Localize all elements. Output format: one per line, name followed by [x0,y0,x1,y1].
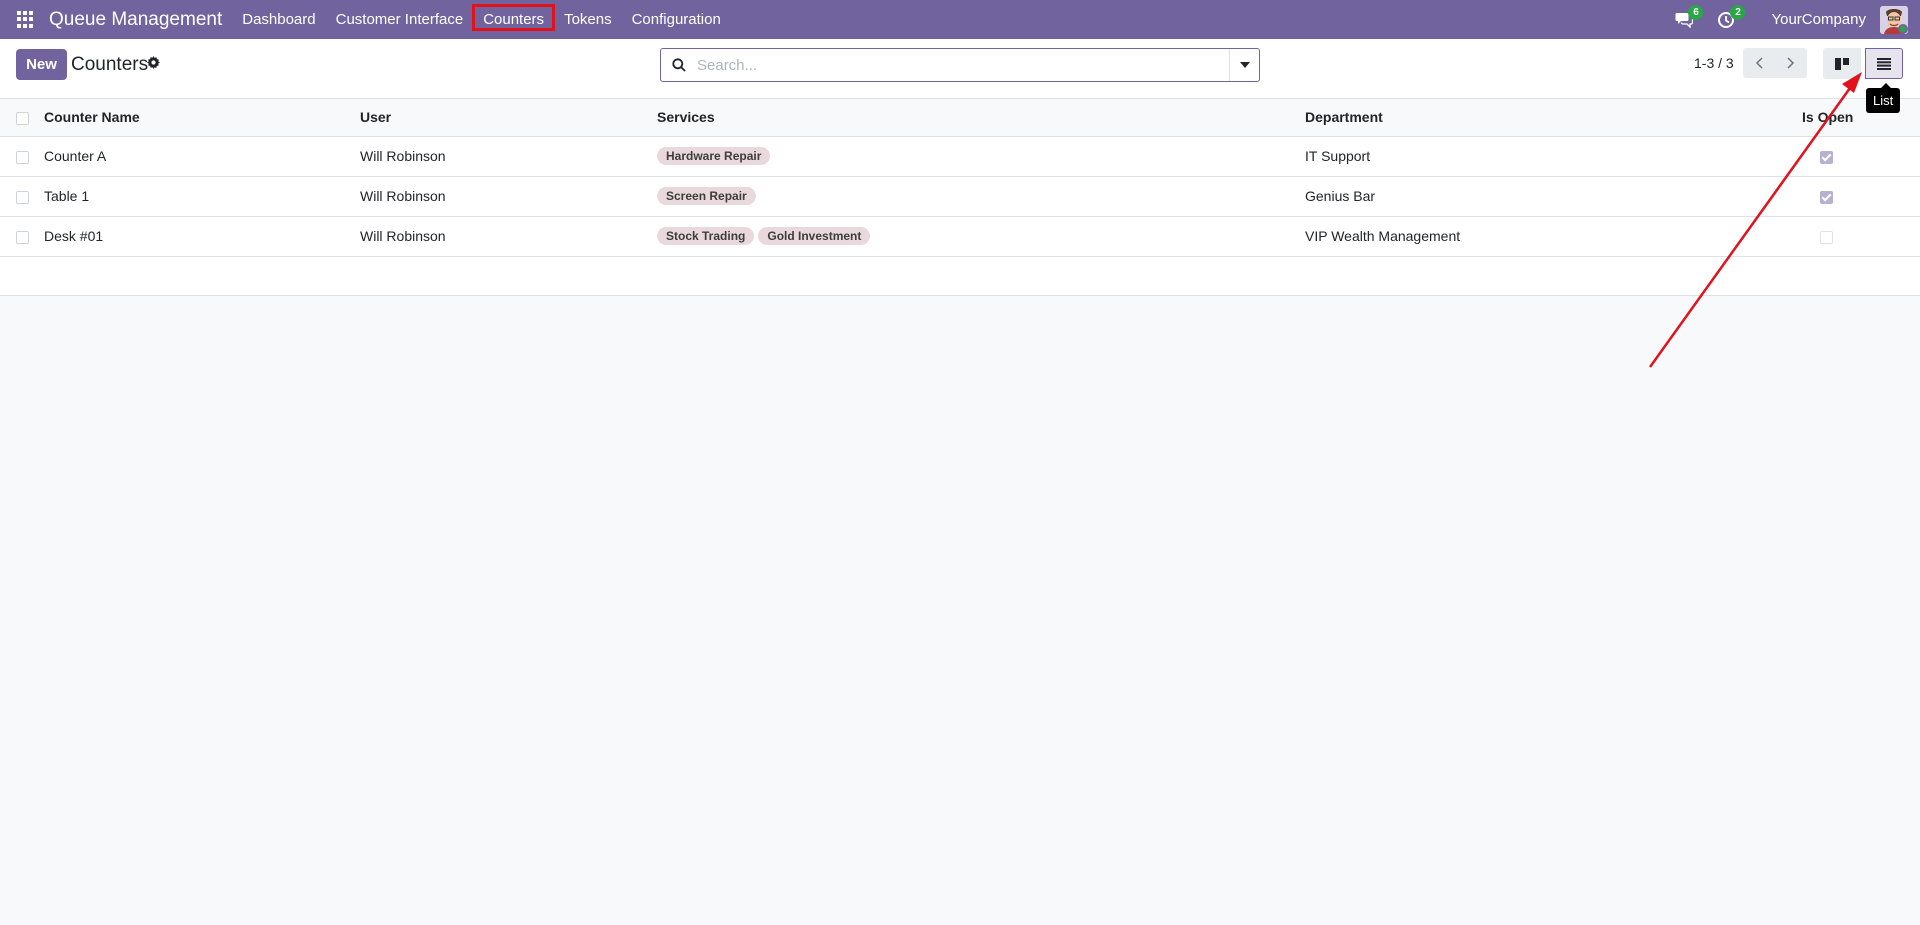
caret-down-icon [1239,62,1250,68]
messages-badge: 6 [1688,4,1704,20]
service-tag: Screen Repair [657,187,756,205]
user-avatar[interactable] [1880,5,1908,34]
row-select-cell [0,176,44,217]
cell-counter-name[interactable]: Table 1 [44,176,360,217]
search-options-toggle[interactable] [1229,49,1259,81]
pager-value[interactable]: 1-3 / 3 [1694,55,1734,71]
cell-services[interactable]: Stock Trading Gold Investment [657,216,1305,257]
row-checkbox[interactable] [16,190,29,204]
column-header-services[interactable]: Services [657,99,1305,137]
menu-item-tokens[interactable]: Tokens [554,0,622,39]
select-all-checkbox[interactable] [16,112,29,126]
cell-is-open [1802,176,1920,217]
column-header-is-open[interactable]: Is Open [1802,99,1920,137]
control-panel: New Counters 1-3 / 3 [0,39,1920,99]
table-header-row: Counter Name User Services Department Is… [0,99,1920,137]
row-checkbox[interactable] [16,230,29,244]
service-tag: Hardware Repair [657,147,771,165]
kanban-icon [1835,57,1849,70]
table-row[interactable]: Table 1 Will Robinson Screen Repair Geni… [0,176,1920,217]
chevron-left-icon [1755,57,1763,69]
cell-is-open [1802,136,1920,177]
pager-previous-button[interactable] [1743,48,1775,78]
kanban-view-button[interactable] [1823,48,1861,79]
menu-item-configuration[interactable]: Configuration [622,0,731,39]
row-checkbox[interactable] [16,150,29,164]
select-all-cell [0,99,44,137]
cell-counter-name[interactable]: Desk #01 [44,216,360,257]
cell-services[interactable]: Screen Repair [657,176,1305,217]
online-status-dot [1898,23,1908,34]
column-header-department[interactable]: Department [1305,99,1802,137]
cell-is-open [1802,216,1920,257]
cell-user[interactable]: Will Robinson [360,136,657,177]
service-tag: Stock Trading [657,227,755,245]
cell-department[interactable]: VIP Wealth Management [1305,216,1802,257]
row-select-cell [0,136,44,177]
cell-services[interactable]: Hardware Repair [657,136,1305,177]
company-switcher[interactable]: YourCompany [1771,11,1866,28]
row-select-cell [0,216,44,257]
empty-table-row [0,256,1920,296]
list-view-button[interactable] [1865,48,1903,79]
page-title: Counters [71,54,149,75]
cell-department[interactable]: Genius Bar [1305,176,1802,217]
is-open-checkbox [1820,150,1833,164]
column-header-user[interactable]: User [360,99,657,137]
is-open-checkbox [1820,190,1833,204]
new-button[interactable]: New [16,49,67,80]
pager-next-button[interactable] [1775,48,1807,78]
cell-counter-name[interactable]: Counter A [44,136,360,177]
cell-user[interactable]: Will Robinson [360,176,657,217]
table-row[interactable]: Counter A Will Robinson Hardware Repair … [0,136,1920,177]
is-open-checkbox [1820,230,1833,244]
cell-user[interactable]: Will Robinson [360,216,657,257]
navbar-systray: 6 2 YourCompany [1675,0,1920,39]
search-input[interactable] [697,50,1229,80]
list-icon [1877,57,1891,70]
counters-table: Counter Name User Services Department Is… [0,99,1920,296]
app-brand[interactable]: Queue Management [49,9,222,31]
apps-menu-icon[interactable] [17,10,35,29]
counters-list: Counter Name User Services Department Is… [0,99,1920,296]
search-bar [660,48,1260,82]
cell-department[interactable]: IT Support [1305,136,1802,177]
menu-item-dashboard[interactable]: Dashboard [232,0,325,39]
table-row[interactable]: Desk #01 Will Robinson Stock Trading Gold… [0,216,1920,257]
column-header-counter-name[interactable]: Counter Name [44,99,360,137]
top-navbar: Queue Management Dashboard Customer Inte… [0,0,1920,39]
chevron-right-icon [1787,57,1795,69]
activities-button[interactable]: 2 [1717,4,1746,30]
menu-item-customer-interface[interactable]: Customer Interface [326,0,474,39]
empty-cell [0,256,1920,296]
activities-badge: 2 [1730,4,1746,20]
service-tag: Gold Investment [758,227,871,245]
search-icon [661,58,697,72]
gear-icon[interactable] [147,56,160,69]
list-view-tooltip: List [1866,83,1901,113]
messages-button[interactable]: 6 [1675,4,1704,30]
menu-item-counters[interactable]: Counters [472,0,555,39]
main-menu: Dashboard Customer Interface Counters To… [232,0,731,39]
